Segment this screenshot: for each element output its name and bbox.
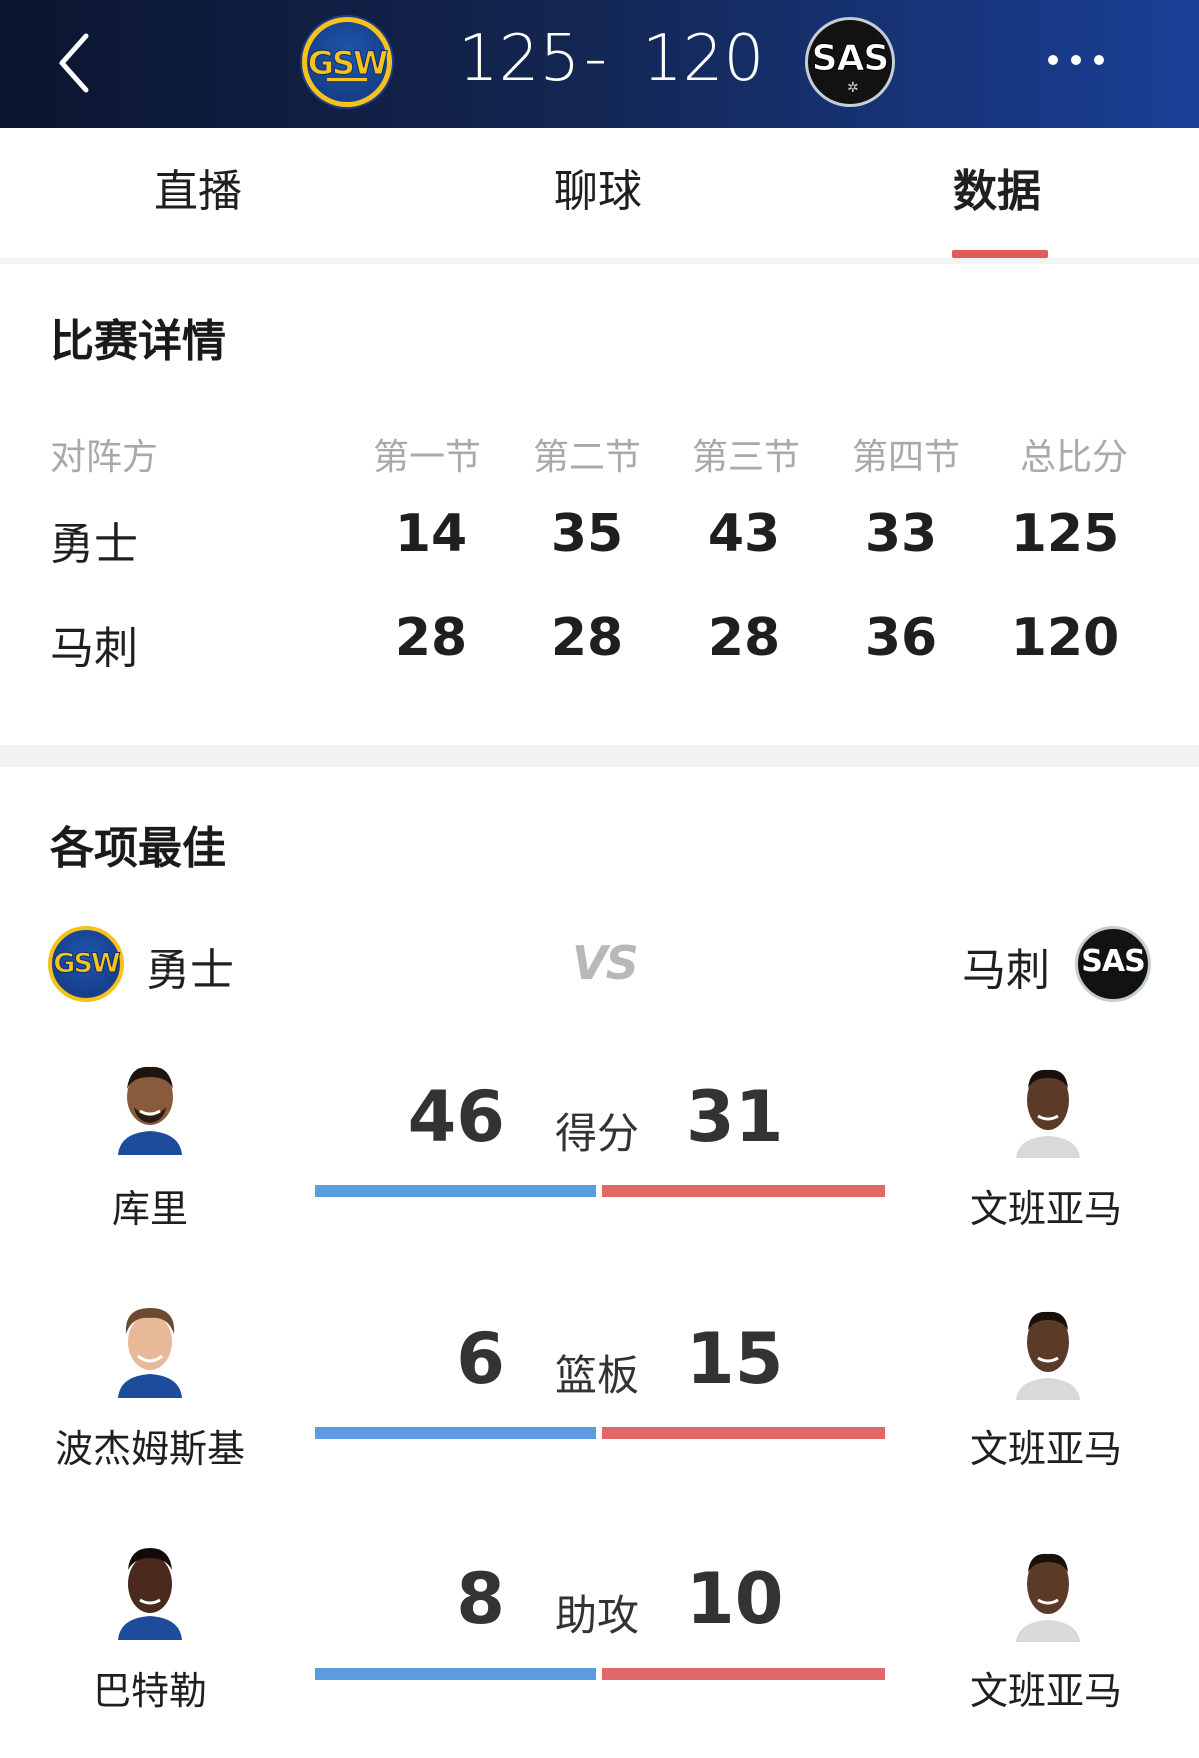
away-q1: 28 [394, 608, 468, 668]
player-avatar-home-assists[interactable] [110, 1540, 190, 1640]
home-rebounds-value: 6 [456, 1318, 505, 1400]
home-rebounds-bar [315, 1427, 596, 1439]
leaders-away-team: 马刺 [962, 945, 1050, 996]
points-label: 得分 [554, 1109, 639, 1158]
home-points-player[interactable]: 库里 [20, 1178, 280, 1233]
player-avatar-home-points[interactable] [110, 1055, 190, 1155]
header-q4: 第四节 [852, 437, 961, 478]
tab-data[interactable]: 数据 [953, 162, 1041, 222]
away-q4: 36 [864, 608, 938, 668]
home-assists-player[interactable]: 巴特勒 [20, 1660, 280, 1715]
tab-chat[interactable]: 聊球 [554, 162, 642, 222]
away-rebounds-bar [602, 1427, 885, 1439]
home-assists-bar [315, 1668, 596, 1680]
section-divider [0, 745, 1199, 767]
away-rebounds-value: 15 [686, 1318, 784, 1400]
away-total: 120 [1010, 608, 1120, 668]
tab-live[interactable]: 直播 [154, 162, 242, 222]
player-avatar-away-rebounds[interactable] [1008, 1300, 1088, 1400]
vs-label: VS [572, 936, 639, 990]
row-team-home: 勇士 [50, 519, 138, 570]
more-dots-icon[interactable] [1048, 50, 1118, 74]
header-total: 总比分 [1020, 437, 1129, 478]
match-detail-title: 比赛详情 [50, 316, 226, 367]
home-score: 125 [458, 22, 581, 96]
home-assists-value: 8 [456, 1558, 505, 1640]
gsw-logo[interactable]: GSW [302, 17, 392, 107]
header-q3: 第三节 [692, 437, 801, 478]
header-q1: 第一节 [373, 437, 482, 478]
home-rebounds-player[interactable]: 波杰姆斯基 [20, 1418, 280, 1473]
score-dash: - [584, 22, 608, 96]
away-points-player[interactable]: 文班亚马 [916, 1178, 1176, 1233]
sas-logo-small: SAS [1075, 926, 1151, 1002]
away-q3: 28 [707, 608, 781, 668]
away-assists-bar [602, 1668, 885, 1680]
active-tab-indicator [952, 250, 1048, 258]
home-points-value: 46 [407, 1076, 505, 1158]
away-score: 120 [642, 22, 765, 96]
home-q1: 14 [394, 504, 468, 564]
away-points-bar [602, 1185, 885, 1197]
home-q3: 43 [707, 504, 781, 564]
header-q2: 第二节 [533, 437, 642, 478]
leaders-title: 各项最佳 [50, 823, 226, 874]
game-header: GSW 125 - 120 SAS ✲ [0, 0, 1199, 128]
away-rebounds-player[interactable]: 文班亚马 [916, 1418, 1176, 1473]
leaders-home-team: 勇士 [146, 945, 234, 996]
gsw-logo-small: GSW [48, 926, 124, 1002]
divider [0, 258, 1199, 264]
home-total: 125 [1010, 504, 1120, 564]
player-avatar-away-points[interactable] [1008, 1058, 1088, 1158]
row-team-away: 马刺 [50, 623, 138, 674]
away-assists-value: 10 [686, 1558, 784, 1640]
home-q4: 33 [864, 504, 938, 564]
away-assists-player[interactable]: 文班亚马 [916, 1660, 1176, 1715]
rebounds-label: 篮板 [554, 1351, 639, 1400]
player-avatar-away-assists[interactable] [1008, 1542, 1088, 1642]
home-q2: 35 [550, 504, 624, 564]
header-matchup: 对阵方 [50, 437, 159, 478]
away-q2: 28 [550, 608, 624, 668]
assists-label: 助攻 [554, 1591, 639, 1640]
home-points-bar [315, 1185, 596, 1197]
sas-logo[interactable]: SAS ✲ [805, 17, 895, 107]
player-avatar-home-rebounds[interactable] [110, 1298, 190, 1398]
tab-bar: 直播 聊球 数据 [0, 128, 1199, 258]
back-arrow-icon[interactable] [56, 30, 112, 96]
away-points-value: 31 [686, 1076, 784, 1158]
